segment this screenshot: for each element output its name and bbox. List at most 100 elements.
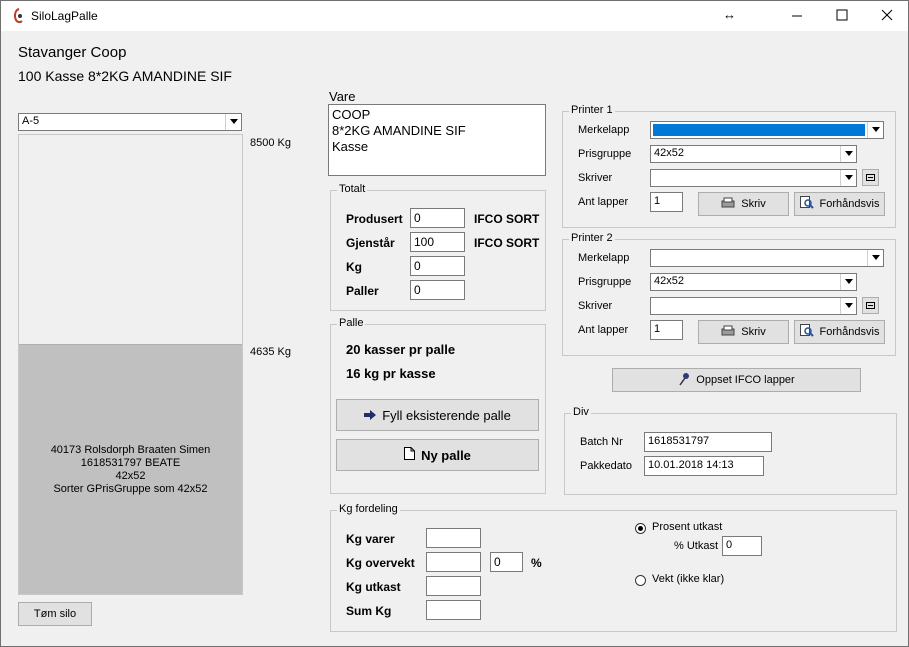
kg-per-kasse: 16 kg pr kasse	[346, 366, 436, 381]
empty-silo-button[interactable]: Tøm silo	[18, 602, 92, 626]
chevron-down-icon[interactable]	[225, 114, 241, 130]
silo-info-line3: 42x52	[115, 470, 146, 482]
batch-value: 1618531797	[648, 435, 710, 447]
p2-antlapper-field[interactable]: 1	[650, 320, 683, 340]
p2-preview-button[interactable]: Forhåndsvis	[794, 320, 885, 344]
p2-prisgruppe-label: Prisgruppe	[578, 276, 632, 288]
vare-label: Vare	[329, 89, 356, 104]
fill-existing-label: Fyll eksisterende palle	[382, 407, 511, 423]
printer1-legend: Printer 1	[569, 104, 615, 116]
p1-skriv-label: Skriv	[741, 198, 766, 210]
sum-kg-field[interactable]	[426, 600, 481, 620]
resize-icon[interactable]: ↔	[723, 7, 736, 22]
div-group: Div	[564, 406, 897, 495]
silo-info-line1: 40173 Rolsdorph Braaten Simen	[50, 444, 211, 456]
p1-merkelapp-select[interactable]	[650, 121, 884, 139]
vekt-label: Vekt (ikke klar)	[652, 573, 725, 585]
gjenstar-field[interactable]: 100	[410, 232, 465, 252]
pakkedato-value: 10.01.2018 14:13	[648, 459, 734, 471]
utkast-pct-field[interactable]: 0	[722, 536, 762, 556]
chevron-down-icon[interactable]	[867, 122, 883, 138]
silo-gauge: 40173 Rolsdorph Braaten Simen 1618531797…	[18, 134, 243, 595]
chevron-down-icon[interactable]	[840, 170, 856, 186]
vare-textbox[interactable]: COOP 8*2KG AMANDINE SIF Kasse	[328, 104, 546, 176]
p2-printer-settings-button[interactable]	[862, 297, 879, 314]
p2-skriver-select[interactable]	[650, 297, 857, 315]
produsert-field[interactable]: 0	[410, 208, 465, 228]
window-title: SiloLagPalle	[31, 9, 98, 23]
minimize-button[interactable]	[782, 5, 812, 25]
overvekt-pct-field[interactable]: 0	[490, 552, 523, 572]
p2-merkelapp-select[interactable]	[650, 249, 884, 267]
silo-select-value: A-5	[22, 115, 40, 127]
silo-capacity-label: 8500 Kg	[250, 137, 291, 149]
printer2-legend: Printer 2	[569, 232, 615, 244]
p2-preview-label: Forhåndsvis	[819, 326, 880, 338]
document-icon	[404, 447, 416, 463]
chevron-down-icon[interactable]	[840, 274, 856, 290]
p2-skriver-label: Skriver	[578, 300, 613, 312]
p1-printer-settings-button[interactable]	[862, 169, 879, 186]
paller-label: Paller	[346, 284, 379, 298]
chevron-down-icon[interactable]	[867, 250, 883, 266]
p2-prisgruppe-select[interactable]: 42x52	[650, 273, 857, 291]
p2-merkelapp-label: Merkelapp	[578, 252, 630, 264]
printer-icon	[721, 197, 735, 212]
gjenstar-unit: IFCO SORT	[474, 236, 540, 250]
chevron-down-icon[interactable]	[840, 298, 856, 314]
maximize-button[interactable]	[827, 5, 857, 25]
vare-line2: 8*2KG AMANDINE SIF	[332, 123, 466, 138]
p1-prisgruppe-select[interactable]: 42x52	[650, 145, 857, 163]
new-pallet-button[interactable]: Ny palle	[336, 439, 539, 471]
silo-info: 40173 Rolsdorph Braaten Simen 1618531797…	[19, 444, 242, 496]
p2-antlapper-value: 1	[654, 323, 661, 335]
ifco-setup-button[interactable]: Oppset IFCO lapper	[612, 368, 861, 392]
p1-skriv-button[interactable]: Skriv	[698, 192, 789, 216]
p1-antlapper-label: Ant lapper	[578, 196, 629, 208]
p1-preview-label: Forhåndsvis	[819, 198, 880, 210]
app-icon	[12, 8, 26, 24]
batch-field[interactable]: 1618531797	[644, 432, 772, 452]
kg-overvekt-field[interactable]	[426, 552, 481, 572]
kg-varer-label: Kg varer	[346, 532, 395, 546]
palle-legend: Palle	[337, 317, 366, 329]
p1-skriver-label: Skriver	[578, 172, 613, 184]
kg-field[interactable]: 0	[410, 256, 465, 276]
paller-field[interactable]: 0	[410, 280, 465, 300]
p1-antlapper-field[interactable]: 1	[650, 192, 683, 212]
paller-value: 0	[414, 283, 421, 297]
printer-icon	[721, 325, 735, 340]
p1-antlapper-value: 1	[654, 195, 661, 207]
chevron-down-icon[interactable]	[840, 146, 856, 162]
p2-skriv-button[interactable]: Skriv	[698, 320, 789, 344]
kg-value: 0	[414, 259, 421, 273]
pakkedato-label: Pakkedato	[580, 460, 632, 472]
p2-skriv-label: Skriv	[741, 326, 766, 338]
totalt-legend: Totalt	[337, 183, 368, 195]
batch-label: Batch Nr	[580, 436, 623, 448]
silo-info-line4: Sorter GPrisGruppe som 42x52	[53, 483, 208, 495]
kasser-per-palle: 20 kasser pr palle	[346, 342, 456, 357]
pct-sign: %	[531, 556, 542, 570]
vare-line1: COOP	[332, 107, 371, 122]
pakkedato-field[interactable]: 10.01.2018 14:13	[644, 456, 764, 476]
new-pallet-label: Ny palle	[421, 447, 471, 463]
prosent-utkast-radio[interactable]	[635, 523, 646, 534]
close-button[interactable]	[872, 5, 902, 25]
overvekt-pct-value: 0	[494, 555, 501, 569]
silo-select[interactable]: A-5	[18, 113, 242, 131]
p2-prisgruppe-value: 42x52	[654, 275, 684, 287]
p1-skriver-select[interactable]	[650, 169, 857, 187]
p1-prisgruppe-value: 42x52	[654, 147, 684, 159]
kg-utkast-field[interactable]	[426, 576, 481, 596]
vekt-radio[interactable]	[635, 575, 646, 586]
kg-varer-field[interactable]	[426, 528, 481, 548]
p1-preview-button[interactable]: Forhåndsvis	[794, 192, 885, 216]
p2-antlapper-label: Ant lapper	[578, 324, 629, 336]
magnifier-icon	[799, 196, 814, 212]
fill-existing-pallet-button[interactable]: Fyll eksisterende palle	[336, 399, 539, 431]
silo-info-line2: 1618531797 BEATE	[80, 457, 181, 469]
utkast-pct-value: 0	[726, 539, 733, 551]
p1-prisgruppe-label: Prisgruppe	[578, 148, 632, 160]
gjenstar-value: 100	[414, 235, 435, 249]
